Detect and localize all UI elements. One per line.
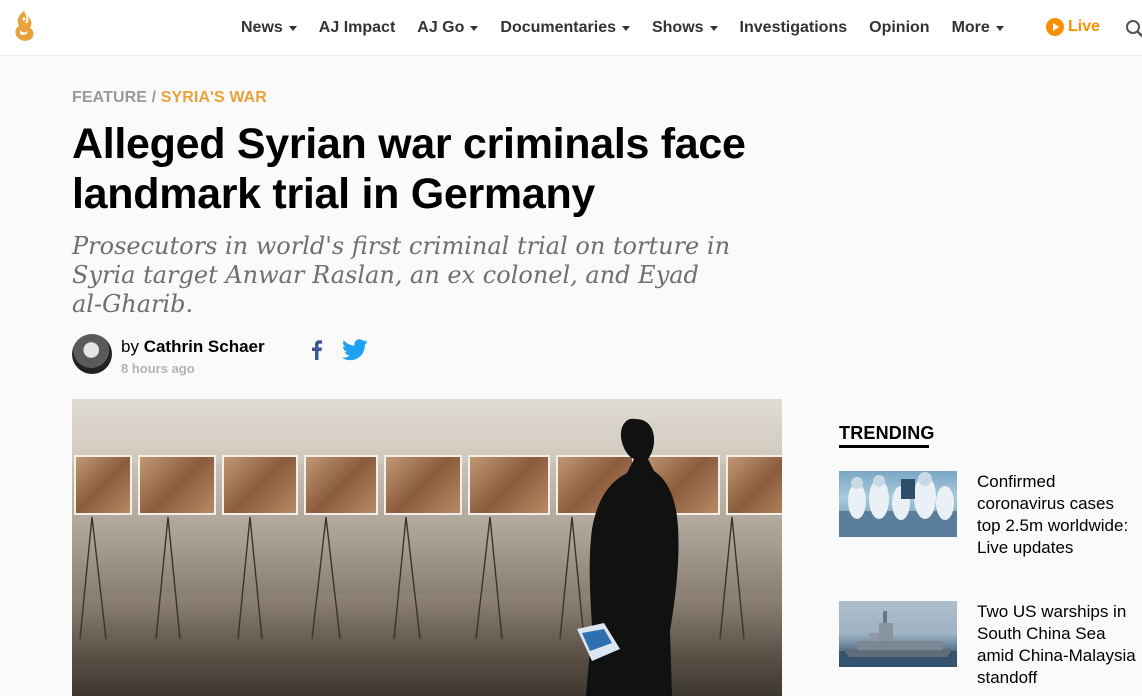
main-menu: News AJ Impact AJ Go Documentaries Shows… [230,0,1015,56]
breadcrumb-section[interactable]: FEATURE [72,89,147,106]
trending-heading: TRENDING [839,423,935,443]
nav-item-more[interactable]: More [952,19,1004,37]
chevron-down-icon [288,25,297,31]
chevron-down-icon [470,25,479,31]
chevron-down-icon [709,25,718,31]
article-headline: Alleged Syrian war criminals face landma… [72,120,746,218]
facebook-icon[interactable] [307,338,327,362]
byline-prefix: by [121,337,139,356]
article-subheadline: Prosecutors in world's first criminal tr… [72,232,731,318]
breadcrumb-topic[interactable]: SYRIA'S WAR [161,89,267,106]
top-navigation: News AJ Impact AJ Go Documentaries Shows… [0,0,1142,56]
nav-item-aj-go[interactable]: AJ Go [417,19,479,37]
trending-thumbnail [839,601,957,667]
live-button[interactable]: Live [1046,18,1100,36]
chevron-down-icon [621,25,630,31]
trending-item[interactable]: Confirmed coronavirus cases top 2.5m wor… [839,471,1142,567]
play-icon [1046,18,1064,36]
publish-timestamp: 8 hours ago [121,361,195,376]
nav-item-label: AJ Impact [318,19,396,36]
al-jazeera-logo-icon[interactable] [10,9,38,45]
nav-item-opinion[interactable]: Opinion [869,19,929,37]
nav-item-shows[interactable]: Shows [652,19,718,37]
trending-item[interactable]: Two US warships in South China Sea amid … [839,601,1142,696]
nav-item-label: More [951,19,990,36]
breadcrumb: FEATURE / SYRIA'S WAR [72,89,267,107]
nav-item-label: Shows [651,19,704,36]
live-label: Live [1068,18,1101,35]
byline: by Cathrin Schaer [121,337,265,357]
author-name[interactable]: Cathrin Schaer [144,337,265,356]
nav-item-documentaries[interactable]: Documentaries [500,19,630,37]
nav-item-investigations[interactable]: Investigations [740,19,848,37]
breadcrumb-separator: / [151,89,157,106]
nav-item-label: Documentaries [500,19,616,36]
chevron-down-icon [995,25,1004,31]
trending-headline[interactable]: Confirmed coronavirus cases top 2.5m wor… [977,471,1142,559]
nav-item-label: Investigations [739,19,848,36]
trending-thumbnail [839,471,957,537]
nav-item-news[interactable]: News [241,19,297,37]
avatar[interactable] [72,334,112,374]
search-icon[interactable] [1124,18,1142,40]
nav-item-label: Opinion [869,19,930,36]
twitter-icon[interactable] [342,339,368,361]
nav-item-label: AJ Go [417,19,465,36]
nav-item-label: News [241,19,283,36]
trending-underline [839,445,929,448]
nav-item-aj-impact[interactable]: AJ Impact [319,19,395,37]
trending-headline[interactable]: Two US warships in South China Sea amid … [977,601,1142,689]
exhibit-easels-and-visitor [79,418,745,696]
article-hero-image [72,399,782,696]
